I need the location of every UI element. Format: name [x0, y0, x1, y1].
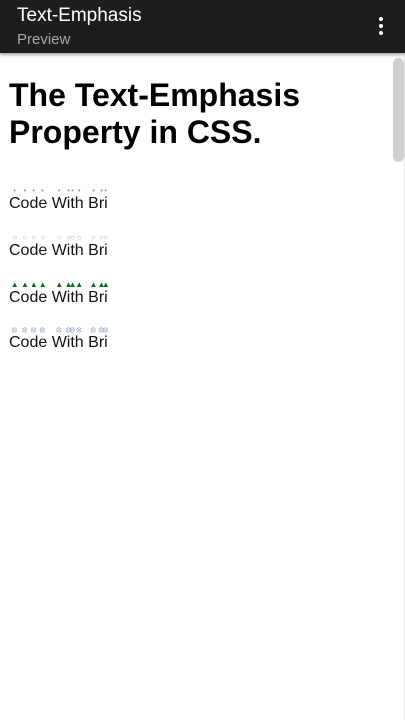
- emphasis-triangle-example: Code With Bri: [9, 289, 108, 306]
- preview-content: The Text-Emphasis Property in CSS. Code …: [0, 53, 405, 720]
- menu-dot: [379, 24, 383, 28]
- app-title: Text-Emphasis: [17, 5, 142, 26]
- emphasis-open-circle-example: Code With Bri: [9, 242, 108, 259]
- page-heading: The Text-Emphasis Property in CSS.: [9, 77, 301, 150]
- menu-dot: [379, 31, 383, 35]
- app-subtitle: Preview: [17, 31, 71, 48]
- more-vert-icon[interactable]: [367, 12, 395, 40]
- menu-dot: [379, 17, 383, 21]
- scrollbar-thumb[interactable]: [393, 58, 404, 162]
- app-bar: Text-Emphasis Preview: [0, 0, 405, 53]
- emphasis-custom-example: Code With Bri: [9, 334, 108, 351]
- emphasis-dot-example: Code With Bri: [9, 195, 108, 212]
